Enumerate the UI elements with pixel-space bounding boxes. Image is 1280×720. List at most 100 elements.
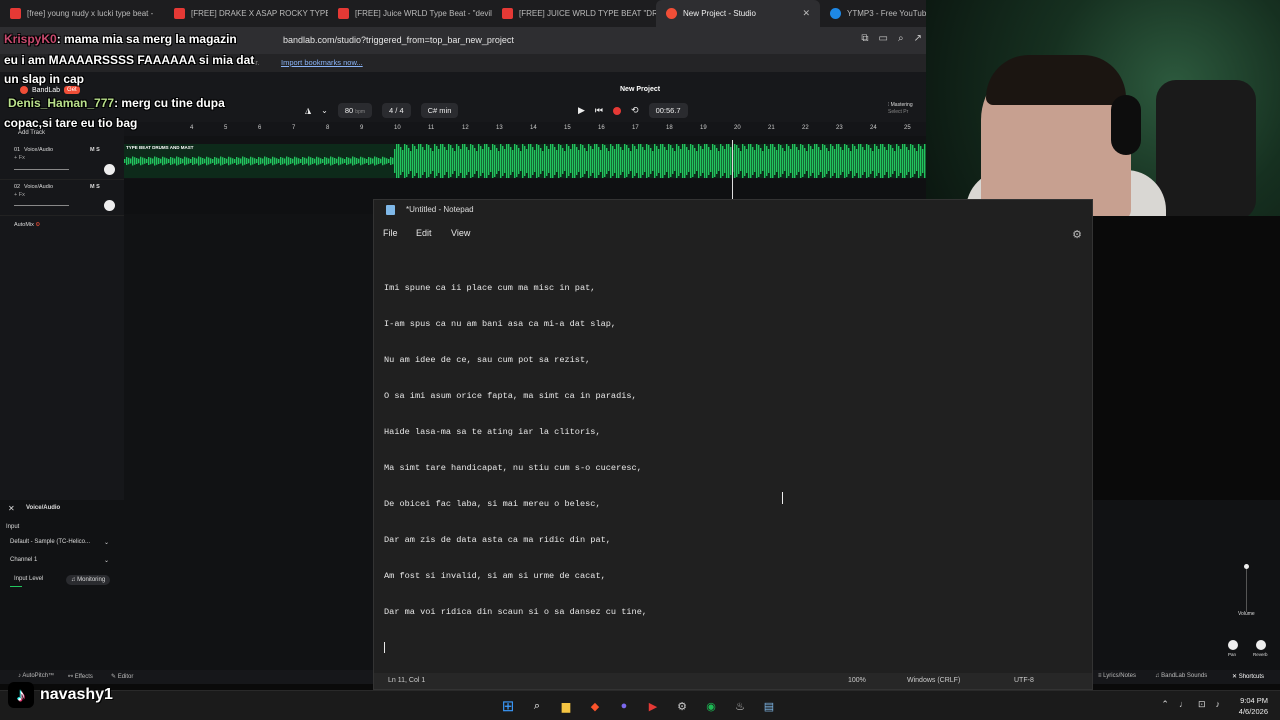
automix[interactable]: AutoMix ⚙	[14, 222, 40, 228]
waveform-bar	[398, 144, 400, 178]
chat-text: : mama mia sa merg la magazin	[56, 32, 237, 46]
menu-file[interactable]: File	[383, 228, 398, 238]
share-icon[interactable]: ↗	[914, 33, 922, 44]
bpm-field[interactable]: 80 bpm	[337, 103, 373, 118]
streamer-hair	[986, 55, 1126, 105]
browser-tab-active[interactable]: New Project - Studio ✕	[656, 0, 820, 27]
settings-icon[interactable]: ⚙	[672, 696, 692, 716]
audio-clip[interactable]: TYPE BEAT DRUMS AND MAST	[124, 144, 926, 178]
key-selector[interactable]: C# min	[420, 103, 459, 118]
volume-slider[interactable]	[14, 169, 69, 170]
waveform-bar	[324, 157, 326, 165]
brave-browser-icon[interactable]: ◆	[585, 696, 605, 716]
youtube-icon[interactable]: ▶	[643, 696, 663, 716]
ruler-tick-label: 19	[700, 125, 707, 131]
line-ending[interactable]: Windows (CRLF)	[907, 677, 960, 684]
record-icon[interactable]	[613, 106, 622, 115]
url-field[interactable]: bandlab.com/studio?triggered_from=top_ba…	[283, 35, 514, 45]
tab-label: [FREE] Juice WRLD Type Beat - "devil	[355, 9, 492, 18]
timeline-ruler[interactable]: 4 5 6 7 8 9 10 11 12 13 14 15 16 17 18 19 20 21 22 23 24 25	[124, 122, 926, 136]
shortcuts-tab[interactable]: ✕ Shortcuts	[1232, 673, 1264, 680]
waveform-bar	[910, 144, 912, 178]
system-clock[interactable]: 9:04 PM 4/6/2026	[1239, 695, 1268, 717]
volume-icon[interactable]: ♪	[1216, 699, 1221, 710]
skip-back-icon[interactable]: ⏮	[595, 105, 603, 116]
bandlab-logo[interactable]: BandLab Get	[20, 86, 80, 94]
input-device-select[interactable]: Default - Sample (TC-Helico...	[10, 539, 90, 545]
lyrics-tab[interactable]: ≡ Lyrics/Notes	[1098, 673, 1136, 679]
waveform-bar	[642, 147, 644, 175]
notepad-titlebar[interactable]: *Untitled - Notepad	[374, 200, 1092, 220]
chevron-down-icon[interactable]: ⌄	[104, 557, 109, 564]
reverb-knob[interactable]	[1256, 640, 1266, 650]
mute-solo-buttons[interactable]: M S	[90, 147, 100, 153]
network-icon[interactable]: ⊡	[1198, 699, 1206, 710]
waveform-bar	[322, 159, 324, 163]
windows-taskbar: ⊞ ⌕ ▆ ◆ ● ▶ ⚙ ◉ ♨ ▤ ⌃ ♩ ⊡ ♪ 9:04 PM 4/6/…	[0, 690, 1280, 720]
pan-knob[interactable]	[104, 164, 115, 175]
cast-icon[interactable]: ▭	[879, 33, 888, 44]
browser-tab[interactable]: [FREE] DRAKE X ASAP ROCKY TYPE B	[164, 0, 328, 27]
get-badge[interactable]: Get	[64, 86, 80, 94]
microphone-icon[interactable]: ♩	[1179, 699, 1188, 710]
waveform-bar	[598, 147, 600, 175]
notepad-icon[interactable]: ▤	[759, 696, 779, 716]
loop-icon[interactable]: ⟲	[631, 105, 639, 116]
mastering-button[interactable]: ⫶ Mastering Select Pr	[888, 102, 913, 116]
autopitch-tab[interactable]: ♪ AutoPitch™	[18, 673, 54, 679]
waveform-bar	[182, 158, 184, 164]
browser-tab[interactable]: YTMP3 - Free YouTube	[820, 0, 926, 27]
browser-tab[interactable]: [FREE] Juice WRLD Type Beat - "devil	[328, 0, 492, 27]
chevron-up-icon[interactable]: ⌃	[1161, 699, 1169, 710]
pan-knob[interactable]	[104, 200, 115, 211]
waveform-bar	[572, 144, 574, 178]
chevron-down-icon[interactable]: ⌄	[321, 106, 328, 115]
volume-slider[interactable]	[14, 205, 69, 206]
track-header[interactable]: 02 Voice/Audio + Fx M S	[0, 180, 124, 216]
menu-view[interactable]: View	[451, 228, 470, 238]
encoding[interactable]: UTF-8	[1014, 677, 1034, 684]
waveform-bar	[342, 158, 344, 164]
monitoring-button[interactable]: ♫ Monitoring	[66, 575, 111, 585]
menu-edit[interactable]: Edit	[416, 228, 432, 238]
waveform-bar	[174, 158, 176, 164]
waveform-bar	[374, 156, 376, 166]
file-explorer-icon[interactable]: ▆	[556, 696, 576, 716]
close-panel-icon[interactable]: ✕	[8, 504, 15, 513]
volume-slider-thumb[interactable]	[1244, 564, 1249, 569]
import-bookmarks-link[interactable]: Import bookmarks now...	[281, 58, 363, 67]
notepad-text-area[interactable]: Imi spune ca ii place cum ma misc in pat…	[384, 258, 1084, 668]
channel-select[interactable]: Channel 1	[10, 557, 37, 563]
volume-slider-track[interactable]	[1246, 566, 1247, 612]
search-icon[interactable]: ⌕	[898, 33, 904, 44]
browser-tab[interactable]: [free] young nudy x lucki type beat -	[0, 0, 164, 27]
zoom-level[interactable]: 100%	[848, 677, 866, 684]
track-name[interactable]: Voice/Audio	[24, 184, 53, 190]
add-track-button[interactable]: Add Track	[18, 130, 45, 136]
mute-solo-buttons[interactable]: M S	[90, 184, 100, 190]
browser-tab[interactable]: [FREE] JUICE WRLD TYPE BEAT "DRUI	[492, 0, 656, 27]
waveform-bar	[180, 158, 182, 164]
settings-gear-icon[interactable]: ⚙	[1072, 228, 1082, 241]
editor-tab[interactable]: ✎ Editor	[111, 673, 133, 680]
search-icon[interactable]: ⌕	[527, 696, 547, 716]
waveform-bar	[568, 146, 570, 176]
fx-button[interactable]: + Fx	[14, 192, 25, 198]
spotify-icon[interactable]: ◉	[701, 696, 721, 716]
metronome-icon[interactable]: ◮	[305, 106, 311, 115]
track-name[interactable]: Voice/Audio	[24, 147, 53, 153]
project-title[interactable]: New Project	[620, 86, 660, 93]
chevron-down-icon[interactable]: ⌄	[104, 539, 109, 546]
screenshot-icon[interactable]: ⧉	[861, 33, 868, 44]
effects-tab[interactable]: ⚯ Effects	[68, 673, 93, 680]
pan-knob[interactable]	[1228, 640, 1238, 650]
track-header[interactable]: 01 Voice/Audio + Fx M S	[0, 144, 124, 180]
steam-icon[interactable]: ♨	[730, 696, 750, 716]
fx-button[interactable]: + Fx	[14, 155, 25, 161]
sounds-tab[interactable]: ♫ BandLab Sounds	[1155, 673, 1207, 679]
play-icon[interactable]: ▶	[578, 105, 585, 116]
time-signature[interactable]: 4 / 4	[382, 103, 411, 118]
windows-start-icon[interactable]: ⊞	[498, 696, 518, 716]
close-tab-icon[interactable]: ✕	[802, 8, 810, 19]
messenger-icon[interactable]: ●	[614, 696, 634, 716]
